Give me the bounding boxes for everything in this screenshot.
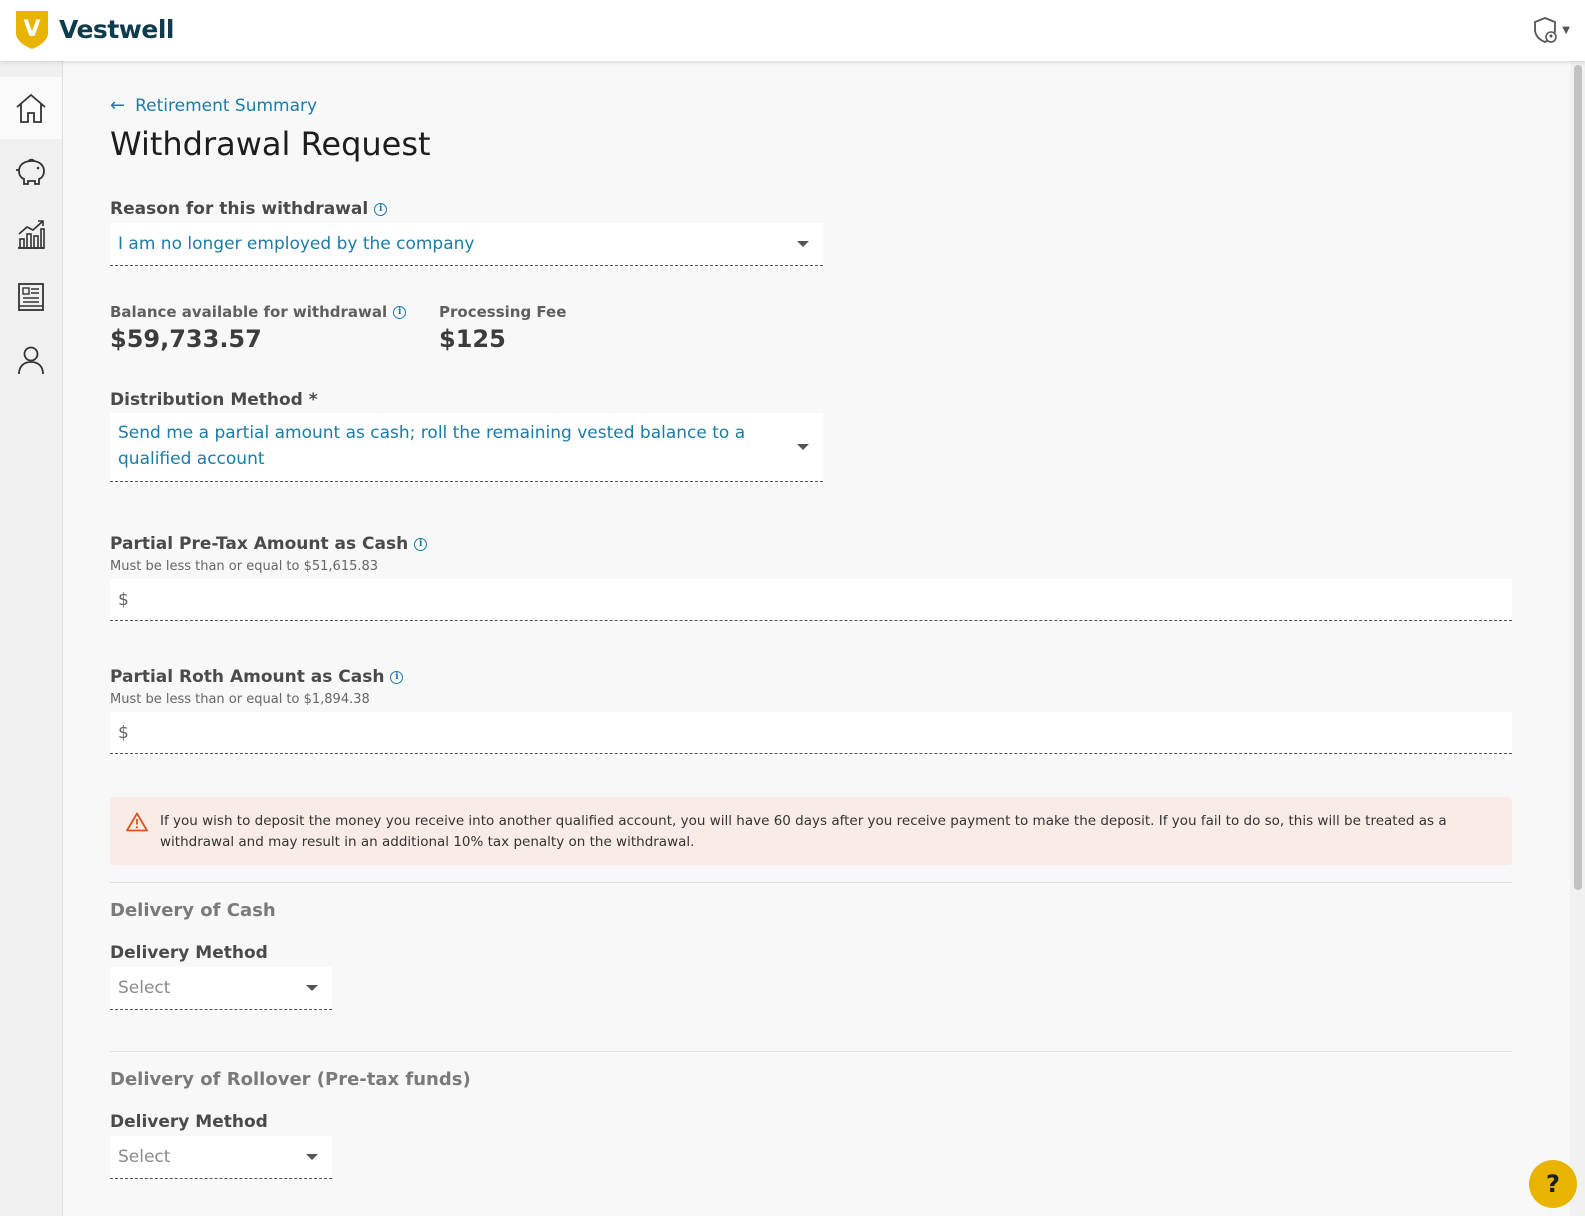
pretax-hint: Must be less than or equal to $51,615.83: [110, 559, 379, 574]
chevron-down-icon: ▼: [1562, 24, 1570, 36]
logo-letter: V: [23, 17, 40, 42]
account-shield-icon: [1534, 17, 1558, 43]
warning-banner: If you wish to deposit the money you rec…: [110, 797, 1512, 865]
home-icon: [16, 93, 46, 123]
back-link-label: Retirement Summary: [135, 95, 318, 116]
back-to-retirement-summary-link[interactable]: ← Retirement Summary: [110, 95, 317, 116]
rollover-delivery-method-label: Delivery Method: [110, 1112, 268, 1132]
balance-label-text: Balance available for withdrawal: [110, 303, 388, 321]
page-title: Withdrawal Request: [110, 125, 431, 163]
sidebar-item-profile[interactable]: [0, 329, 62, 391]
warning-triangle-icon: [126, 812, 148, 832]
pretax-label: Partial Pre-Tax Amount as Cash i: [110, 534, 428, 554]
rollover-delivery-method-placeholder: Select: [118, 1147, 171, 1167]
info-icon[interactable]: i: [374, 202, 388, 216]
piggy-bank-icon: [16, 158, 45, 185]
fee-value: $125: [439, 325, 506, 353]
user-icon: [18, 346, 44, 375]
reason-select[interactable]: I am no longer employed by the company: [110, 223, 823, 266]
currency-prefix: $: [118, 722, 129, 743]
section-divider: [110, 882, 1512, 883]
delivery-of-cash-title: Delivery of Cash: [110, 900, 276, 921]
cash-delivery-method-select[interactable]: Select: [110, 967, 332, 1010]
distribution-select-value: Send me a partial amount as cash; roll t…: [118, 423, 746, 469]
chart-icon: [18, 220, 45, 249]
sidebar-item-investments[interactable]: [0, 203, 62, 265]
roth-hint: Must be less than or equal to $1,894.38: [110, 692, 370, 707]
delivery-of-rollover-title: Delivery of Rollover (Pre-tax funds): [110, 1069, 471, 1090]
sidebar-nav: [0, 61, 63, 1216]
distribution-label: Distribution Method *: [110, 390, 318, 410]
currency-prefix: $: [118, 589, 129, 610]
rollover-delivery-method-select[interactable]: Select: [110, 1136, 332, 1179]
balance-value: $59,733.57: [110, 325, 262, 353]
roth-label: Partial Roth Amount as Cash i: [110, 667, 404, 687]
dropdown-caret-icon: [306, 985, 318, 991]
sidebar-item-home[interactable]: [0, 77, 62, 139]
section-divider: [110, 1051, 1512, 1052]
pretax-label-text: Partial Pre-Tax Amount as Cash: [110, 534, 409, 554]
document-icon: [18, 283, 44, 311]
account-menu[interactable]: ▼: [1531, 16, 1570, 44]
roth-amount-input[interactable]: $: [110, 712, 1512, 754]
help-button[interactable]: ?: [1529, 1160, 1577, 1208]
warning-message: If you wish to deposit the money you rec…: [160, 813, 1447, 850]
sidebar-item-savings[interactable]: [0, 140, 62, 202]
scrollbar-thumb[interactable]: [1574, 65, 1582, 890]
info-icon[interactable]: i: [393, 305, 407, 319]
top-header: V Vestwell ▼: [0, 0, 1585, 61]
info-icon[interactable]: i: [414, 537, 428, 551]
cash-delivery-method-label: Delivery Method: [110, 943, 268, 963]
info-icon[interactable]: i: [390, 670, 404, 684]
dropdown-caret-icon: [797, 241, 809, 247]
pretax-amount-input[interactable]: $: [110, 579, 1512, 621]
reason-select-value: I am no longer employed by the company: [118, 234, 475, 254]
vestwell-logo[interactable]: V Vestwell: [15, 9, 174, 49]
dropdown-caret-icon: [797, 444, 809, 450]
vertical-scrollbar[interactable]: [1570, 61, 1585, 1216]
sidebar-item-documents[interactable]: [0, 266, 62, 328]
dropdown-caret-icon: [306, 1154, 318, 1160]
roth-label-text: Partial Roth Amount as Cash: [110, 667, 385, 687]
reason-label: Reason for this withdrawal i: [110, 199, 388, 219]
arrow-left-icon: ←: [110, 95, 126, 116]
cash-delivery-method-placeholder: Select: [118, 978, 171, 998]
reason-label-text: Reason for this withdrawal: [110, 199, 369, 219]
distribution-select[interactable]: Send me a partial amount as cash; roll t…: [110, 413, 823, 482]
fee-label: Processing Fee: [439, 303, 567, 321]
brand-name: Vestwell: [59, 14, 174, 44]
balance-label: Balance available for withdrawal i: [110, 303, 407, 321]
shield-logo-icon: V: [16, 11, 48, 49]
